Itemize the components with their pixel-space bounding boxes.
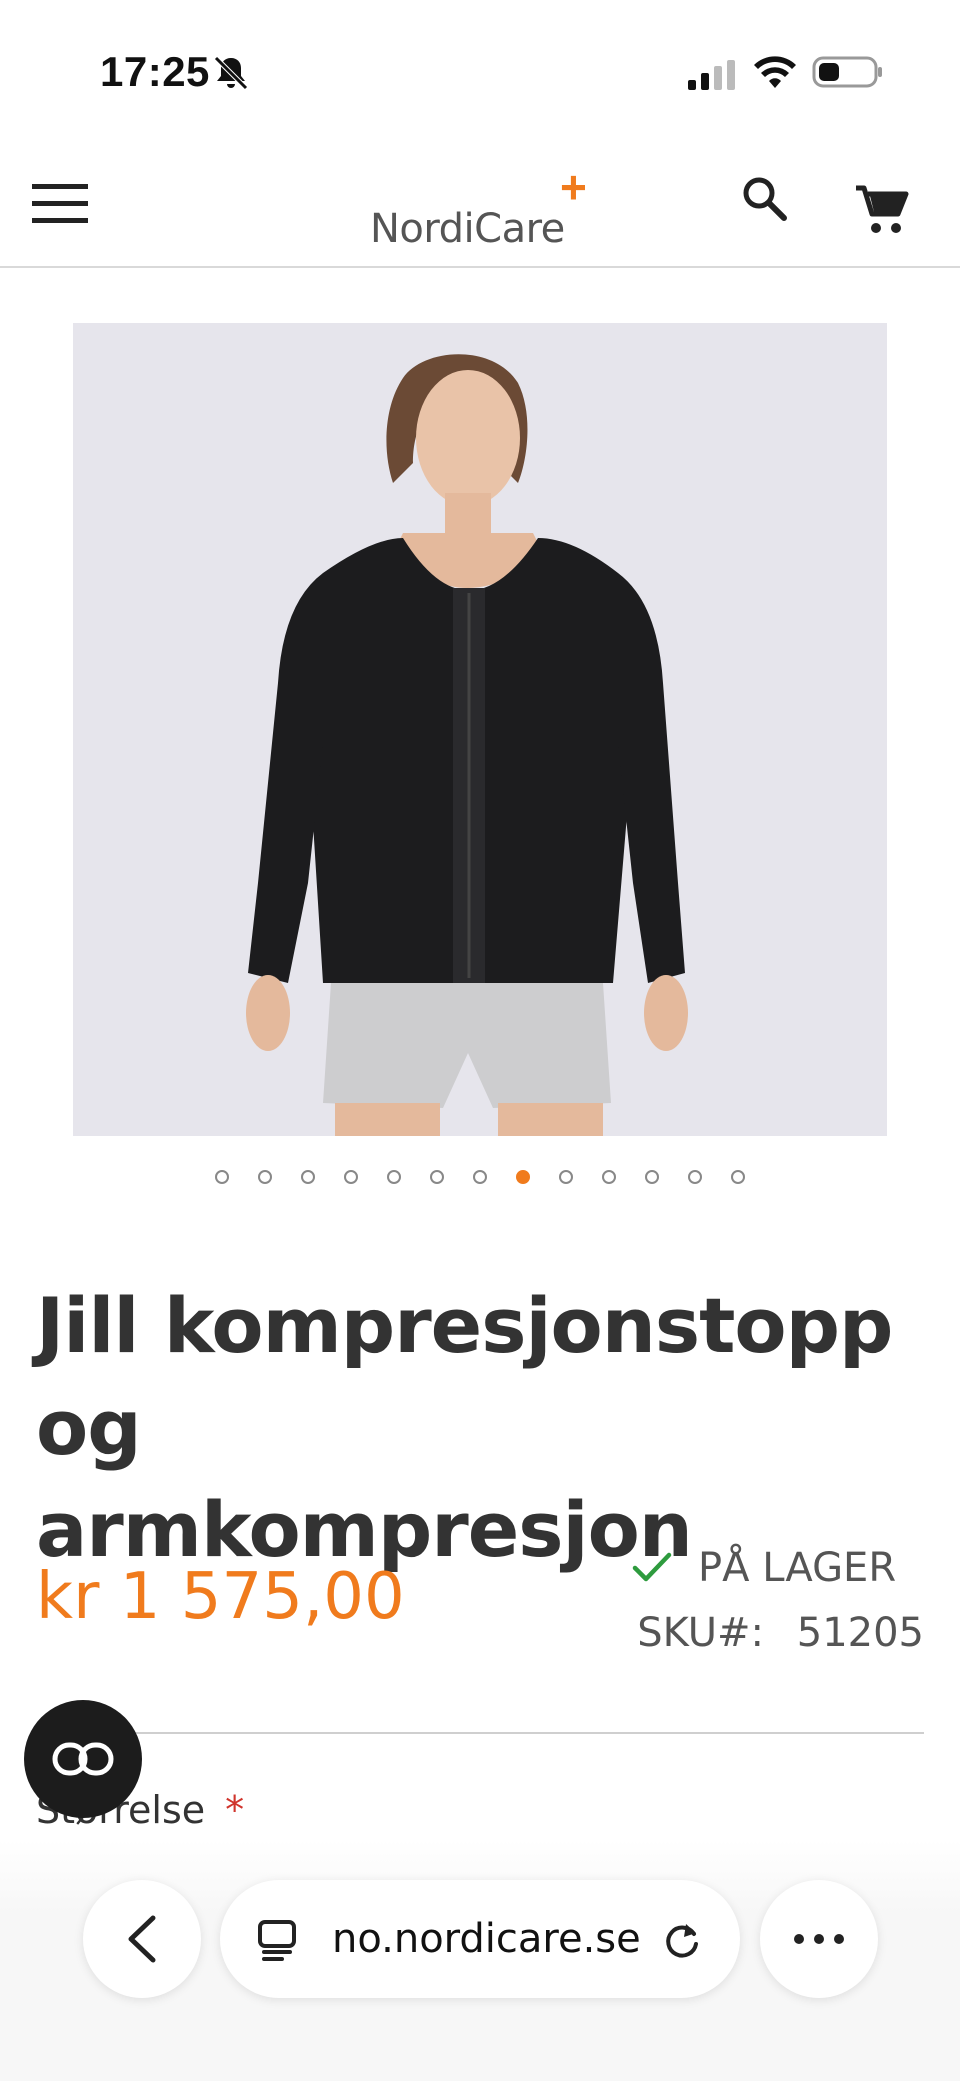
divider	[36, 1732, 924, 1734]
more-icon	[794, 1934, 844, 1944]
cart-icon[interactable]	[854, 184, 910, 236]
product-title-line1: Jill kompresjonstopp og	[36, 1281, 893, 1472]
logo-text: NordiCare	[370, 206, 565, 252]
carousel-dot[interactable]	[645, 1170, 659, 1184]
sku-label: SKU#:	[637, 1610, 765, 1656]
carousel-dot[interactable]	[301, 1170, 315, 1184]
battery-icon	[812, 56, 882, 88]
more-button[interactable]	[760, 1880, 878, 1998]
glasses-icon	[52, 1742, 114, 1776]
sku: SKU#: 51205	[637, 1610, 924, 1656]
carousel-dot[interactable]	[430, 1170, 444, 1184]
carousel-dot[interactable]	[258, 1170, 272, 1184]
carousel-dot[interactable]	[473, 1170, 487, 1184]
reload-icon[interactable]	[660, 1918, 704, 1962]
status-bar: 17:25	[0, 0, 960, 140]
back-button[interactable]	[83, 1880, 201, 1998]
signal-icon	[688, 60, 735, 90]
url-text: no.nordicare.se	[332, 1916, 641, 1962]
required-star: *	[225, 1788, 245, 1832]
carousel-dot[interactable]	[387, 1170, 401, 1184]
product-title: Jill kompresjonstopp og armkompresjon	[36, 1275, 936, 1581]
logo-plus-mark: +	[560, 161, 587, 213]
carousel-dot[interactable]	[344, 1170, 358, 1184]
carousel-dot-active[interactable]	[516, 1170, 530, 1184]
tab-icon[interactable]	[256, 1918, 298, 1962]
carousel-dot[interactable]	[559, 1170, 573, 1184]
carousel-dot[interactable]	[731, 1170, 745, 1184]
carousel-dot[interactable]	[688, 1170, 702, 1184]
status-time: 17:25	[100, 48, 210, 95]
carousel-dot[interactable]	[602, 1170, 616, 1184]
product-image[interactable]	[73, 323, 887, 1136]
bell-slash-icon	[214, 56, 248, 90]
image-carousel-dots	[0, 1170, 960, 1190]
site-header: NordiCare +	[0, 140, 960, 268]
sku-value: 51205	[796, 1610, 924, 1656]
reader-mode-button[interactable]	[24, 1700, 142, 1818]
menu-icon[interactable]	[32, 180, 90, 228]
search-icon[interactable]	[740, 174, 790, 224]
nordicare-logo[interactable]: NordiCare +	[370, 164, 600, 254]
browser-toolbar: no.nordicare.se	[0, 1840, 960, 2081]
back-chevron-icon	[128, 1915, 156, 1963]
product-photo-woman-compression-top	[73, 323, 887, 1136]
address-bar[interactable]: no.nordicare.se	[220, 1880, 740, 1998]
stock-label: PÅ LAGER	[698, 1545, 897, 1591]
check-icon	[632, 1552, 672, 1582]
stock-status: PÅ LAGER	[632, 1544, 896, 1592]
carousel-dot[interactable]	[215, 1170, 229, 1184]
product-price: kr 1 575,00	[36, 1560, 405, 1634]
wifi-icon	[754, 56, 796, 88]
